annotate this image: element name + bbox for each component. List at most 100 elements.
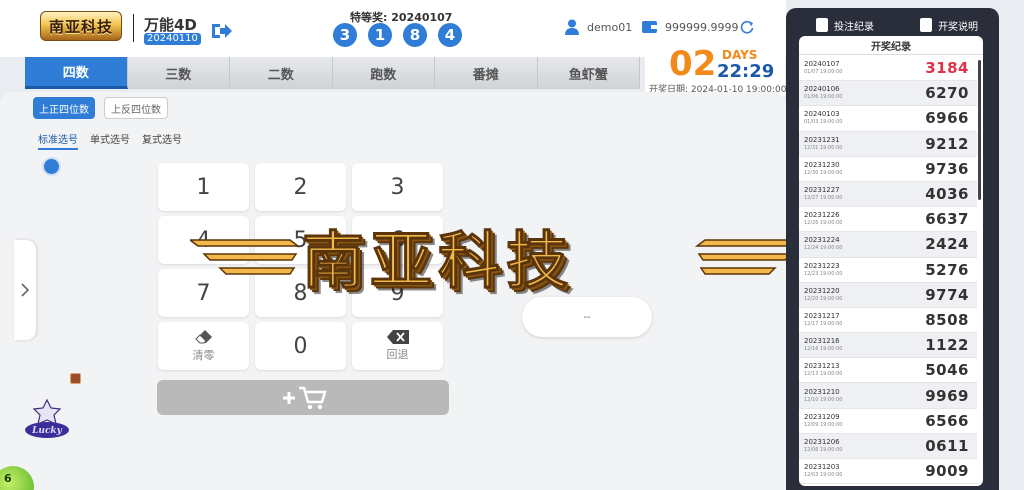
result-date: 20231231	[804, 135, 840, 144]
bet-record-button[interactable]: 投注纪录	[816, 14, 874, 36]
result-number: 5046	[925, 361, 969, 380]
side-drawer-toggle[interactable]	[14, 240, 36, 340]
prize-ball: 1	[368, 23, 392, 47]
small-badge-icon	[70, 373, 81, 384]
result-date: 20231203	[804, 463, 840, 472]
result-row: 20231213 12/13 19:00:00 5046	[799, 358, 977, 384]
top-prize-balls: 3 1 8 4	[333, 23, 462, 47]
tab-three-digit[interactable]: 三数	[127, 57, 230, 89]
result-draw-time: 01/07 19:00:00	[804, 69, 843, 76]
result-date: 20231216	[804, 337, 840, 346]
result-draw-time: 01/06 19:00:00	[804, 94, 843, 101]
tab-fish-prawn-crab[interactable]: 鱼虾蟹	[537, 57, 640, 89]
draw-countdown: 02 DAYS 22:29 开奖日期: 2024-01-10 19:00:00	[645, 44, 786, 96]
result-number: 9774	[925, 285, 969, 304]
tab-fantan[interactable]: 番摊	[435, 57, 538, 89]
result-number: 8508	[925, 310, 969, 329]
result-date-block: 20231217 12/17 19:00:00	[804, 312, 842, 328]
svg-text:Lucky: Lucky	[31, 426, 63, 436]
backspace-icon	[386, 330, 409, 344]
result-date: 20231213	[804, 362, 840, 371]
key-5[interactable]: 5	[255, 216, 346, 264]
backspace-button[interactable]: 回退	[352, 322, 443, 370]
result-draw-time: 12/09 19:00:00	[804, 421, 843, 428]
result-date-block: 20240107 01/07 19:00:00	[804, 60, 842, 76]
clear-label: 清零	[192, 349, 215, 362]
result-number: 5276	[925, 260, 969, 279]
draw-info-button[interactable]: 开奖说明	[920, 14, 978, 36]
result-number: 6270	[925, 84, 969, 103]
eraser-icon	[194, 330, 212, 344]
result-draw-time: 12/03 19:00:00	[804, 472, 843, 479]
result-row: 20231206 12/06 19:00:00 0611	[799, 433, 977, 459]
upper-reverse-four-digit-button[interactable]: 上反四位数	[104, 97, 168, 119]
result-date-block: 20231226 12/26 19:00:00	[804, 211, 842, 227]
key-3[interactable]: 3	[352, 163, 443, 211]
results-panel: 投注纪录 开奖说明 开奖纪录 20240107 01/07 19:00:00 318…	[786, 8, 999, 490]
result-row: 20231224 12/24 19:00:00 2424	[799, 232, 977, 258]
result-draw-time: 12/31 19:00:00	[804, 144, 843, 151]
key-9[interactable]: 9	[352, 269, 443, 317]
result-draw-time: 12/17 19:00:00	[804, 320, 843, 327]
result-number: 9212	[925, 134, 969, 153]
result-row: 20231220 12/20 19:00:00 9774	[799, 282, 977, 308]
result-date: 20240106	[804, 85, 840, 94]
number-keypad: 1 2 3 4 5 6 7 8 9 清零 0 回退	[158, 163, 443, 370]
result-draw-time: 12/10 19:00:00	[804, 396, 843, 403]
tab-four-digit[interactable]: 四数	[25, 57, 128, 89]
clear-button[interactable]: 清零	[158, 322, 249, 370]
tab-two-digit[interactable]: 二数	[230, 57, 333, 89]
result-number: 6637	[925, 210, 969, 229]
result-date: 20231217	[804, 311, 840, 320]
key-7[interactable]: 7	[158, 269, 249, 317]
result-draw-time: 12/26 19:00:00	[804, 220, 843, 227]
prize-ball: 4	[438, 23, 462, 47]
result-row: 20231230 12/30 19:00:00 9736	[799, 157, 977, 182]
lucky-ball-number: 6	[4, 472, 12, 485]
mascot-logo-icon: Lucky	[25, 398, 69, 438]
key-4[interactable]: 4	[158, 216, 249, 264]
pick-mode-multiple[interactable]: 复式选号	[142, 131, 182, 150]
result-row: 20231227 12/27 19:00:00 4036	[799, 181, 977, 208]
result-date-block: 20240103 01/03 19:00:00	[804, 110, 842, 126]
result-date: 20240103	[804, 110, 840, 119]
result-date: 20231209	[804, 412, 840, 421]
result-number: 1122	[925, 336, 969, 355]
bet-record-label: 投注纪录	[834, 21, 874, 33]
upper-straight-four-digit-button[interactable]: 上正四位数	[33, 97, 95, 119]
result-date-block: 20231220 12/20 19:00:00	[804, 287, 842, 303]
result-number: 4036	[925, 185, 969, 204]
brand-logo: 南亚科技	[40, 11, 122, 41]
exit-icon[interactable]	[210, 22, 232, 40]
result-date-block: 20231223 12/23 19:00:00	[804, 262, 842, 278]
result-date: 20231227	[804, 186, 840, 195]
key-1[interactable]: 1	[158, 163, 249, 211]
key-6[interactable]: 6	[352, 216, 443, 264]
result-number: 2424	[925, 235, 969, 254]
result-date: 20231224	[804, 236, 840, 245]
draw-info-label: 开奖说明	[938, 21, 978, 33]
document-icon	[920, 18, 932, 32]
results-scrollbar[interactable]	[978, 60, 981, 200]
cart-icon	[283, 386, 327, 409]
header-divider	[133, 14, 134, 42]
info-icon[interactable]	[42, 157, 61, 176]
chevron-right-icon	[21, 283, 30, 297]
key-8[interactable]: 8	[255, 269, 346, 317]
result-date: 20231210	[804, 387, 840, 396]
add-to-cart-button[interactable]	[157, 380, 449, 415]
result-date: 20231230	[804, 160, 840, 169]
result-date-block: 20240106 01/06 19:00:00	[804, 85, 842, 101]
key-0[interactable]: 0	[255, 322, 346, 370]
result-row: 20231209 12/09 19:00:00 6566	[799, 409, 977, 434]
key-2[interactable]: 2	[255, 163, 346, 211]
pick-mode-single[interactable]: 单式选号	[90, 131, 130, 150]
refresh-icon[interactable]	[740, 20, 754, 34]
bet-display: --	[522, 297, 652, 337]
result-date-block: 20231231 12/31 19:00:00	[804, 136, 842, 152]
tab-running-number[interactable]: 跑数	[332, 57, 435, 89]
result-number: 3184	[925, 59, 969, 78]
pick-mode-standard[interactable]: 标准选号	[38, 131, 78, 150]
result-draw-time: 12/23 19:00:00	[804, 270, 843, 277]
result-row: 20231203 12/03 19:00:00 9009	[799, 459, 977, 485]
